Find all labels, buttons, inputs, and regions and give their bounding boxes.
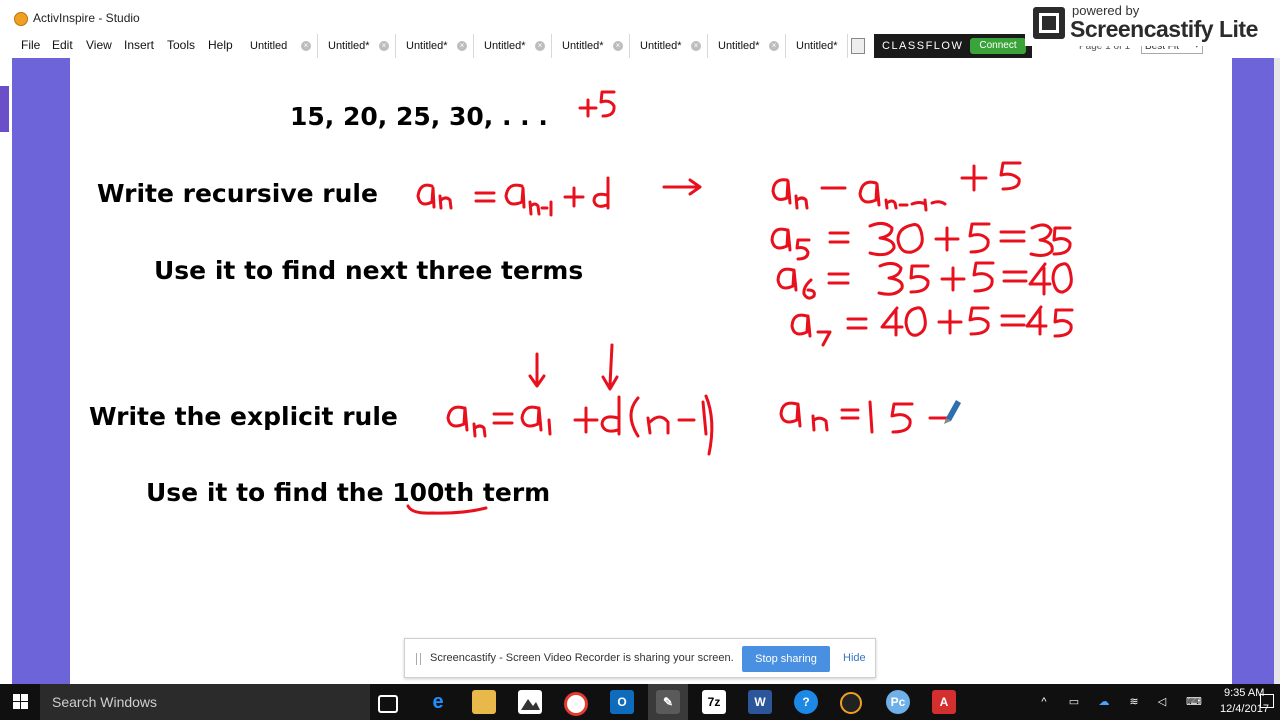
share-message: Screencastify - Screen Video Recorder is… <box>430 652 734 664</box>
stop-sharing-button[interactable]: Stop sharing <box>742 646 830 672</box>
ink-recursive-formula <box>416 176 610 217</box>
pc-app-icon[interactable]: Pc <box>886 690 910 714</box>
keyboard-icon[interactable]: ⌨ <box>1186 694 1202 710</box>
screen-share-notification: Screencastify - Screen Video Recorder is… <box>404 638 876 678</box>
volume-icon[interactable]: ◁ <box>1154 694 1170 710</box>
outlook-icon[interactable]: O <box>610 690 634 714</box>
ink-difference <box>578 90 616 118</box>
ink-applied-rule <box>771 161 1022 212</box>
file-explorer-icon[interactable] <box>472 690 496 714</box>
drag-handle-icon[interactable] <box>416 653 421 665</box>
help-icon[interactable]: ? <box>794 690 818 714</box>
ink-arrow-right <box>662 178 702 196</box>
activinspire-app-icon[interactable] <box>840 692 862 714</box>
pen-annotations <box>406 90 1074 515</box>
task-view-icon[interactable] <box>378 695 398 713</box>
ink-underline-100th <box>406 504 488 515</box>
ink-arrow-down-2 <box>601 343 619 391</box>
ink-term-a5 <box>770 221 1072 261</box>
hide-link[interactable]: Hide <box>843 652 866 664</box>
chevron-up-icon[interactable]: ^ <box>1036 694 1052 710</box>
acrobat-icon[interactable]: A <box>932 690 956 714</box>
chrome-icon[interactable] <box>564 692 588 716</box>
ink-arrow-down-1 <box>528 352 546 388</box>
ink-term-a6 <box>776 261 1073 300</box>
activinspire-taskbar-icon[interactable]: ✎ <box>656 690 680 714</box>
windows-taskbar: Search Windows e O ✎ 7z W ? Pc A ^ ▭ ☁ ≋… <box>0 684 1280 720</box>
photos-icon[interactable] <box>518 690 542 714</box>
windows-start-icon[interactable] <box>13 694 29 710</box>
onedrive-icon[interactable]: ☁ <box>1096 694 1112 710</box>
taskbar-search[interactable]: Search Windows <box>40 684 370 720</box>
ink-explicit-partial <box>779 400 950 434</box>
notification-icon[interactable] <box>1260 694 1274 708</box>
word-icon[interactable]: W <box>748 690 772 714</box>
mountain-icon <box>521 699 540 710</box>
pen-cursor-icon <box>944 400 961 424</box>
7zip-icon[interactable]: 7z <box>702 690 726 714</box>
clock-time[interactable]: 9:35 AM <box>1224 687 1264 699</box>
ink-explicit-formula <box>446 394 714 456</box>
wifi-icon[interactable]: ≋ <box>1126 694 1142 710</box>
battery-icon[interactable]: ▭ <box>1066 694 1082 710</box>
edge-browser-icon[interactable]: e <box>426 690 450 714</box>
search-placeholder: Search Windows <box>52 694 158 710</box>
ink-term-a7 <box>790 305 1074 347</box>
